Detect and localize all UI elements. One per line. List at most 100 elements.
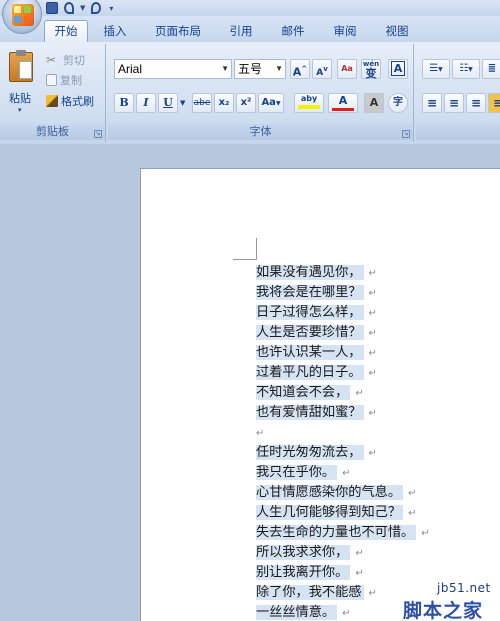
- undo-icon[interactable]: [64, 2, 74, 14]
- font-name-value: Arial: [118, 62, 143, 76]
- document-line-text: 除了你，我不能感: [256, 585, 364, 600]
- shrink-font-button[interactable]: Av: [312, 59, 332, 79]
- document-line-text: 也许认识某一人，: [256, 345, 364, 360]
- ribbon: 粘贴 ▾ ✂ 剪切 复制 格式刷 剪贴板 ↘ Arial ▼ 五号 ▼ A^ A…: [0, 42, 500, 144]
- document-line[interactable]: ↵: [256, 423, 264, 442]
- tab-page-layout[interactable]: 页面布局: [148, 23, 208, 42]
- font-group-label: 字体: [108, 124, 413, 140]
- phonetic-guide-button[interactable]: wén 变: [361, 59, 381, 79]
- numbering-button[interactable]: ☷▼: [452, 59, 480, 79]
- justify-button[interactable]: ≡: [488, 93, 500, 113]
- document-line[interactable]: 失去生命的力量也不可惜。 ↵: [256, 523, 430, 542]
- document-line-text: 人生是否要珍惜？: [256, 325, 364, 340]
- document-line[interactable]: 别让我离开你。 ↵: [256, 563, 364, 582]
- document-line[interactable]: 心甘情愿感染你的气息。 ↵: [256, 483, 416, 502]
- format-painter-button[interactable]: 格式刷: [46, 91, 94, 111]
- document-line[interactable]: 所以我求求你， ↵: [256, 543, 364, 562]
- underline-button[interactable]: U: [158, 93, 178, 113]
- font-size-combobox[interactable]: 五号 ▼: [234, 59, 286, 79]
- paste-icon: [9, 50, 33, 82]
- italic-button[interactable]: I: [136, 93, 156, 113]
- paragraph-mark-icon: ↵: [256, 428, 265, 439]
- change-case-button[interactable]: Aa▼: [258, 93, 284, 113]
- paragraph-group-label: [416, 124, 500, 140]
- document-line[interactable]: 除了你，我不能感 ↵: [256, 583, 377, 602]
- document-line[interactable]: 我只在乎你。 ↵: [256, 463, 351, 482]
- strikethrough-button[interactable]: abe: [192, 93, 212, 113]
- paragraph-mark-icon: ↵: [421, 528, 430, 539]
- tab-view[interactable]: 视图: [380, 23, 414, 42]
- paragraph-mark-icon: ↵: [368, 368, 377, 379]
- redo-icon[interactable]: [91, 2, 102, 14]
- align-right-button[interactable]: ≡: [466, 93, 486, 113]
- font-name-combobox[interactable]: Arial ▼: [114, 59, 232, 79]
- font-size-dropdown-icon[interactable]: ▼: [275, 60, 283, 78]
- document-line-text: 失去生命的力量也不可惜。: [256, 525, 417, 540]
- change-case-label: Aa: [261, 97, 276, 108]
- document-line-text: 我将会是在哪里？: [256, 285, 364, 300]
- underline-dropdown-icon[interactable]: ▼: [180, 99, 185, 107]
- document-line-text: 心甘情愿感染你的气息。: [256, 485, 404, 500]
- document-line-text: 不知道会不会，: [256, 385, 351, 400]
- undo-dropdown-icon[interactable]: ▼: [80, 4, 85, 12]
- document-line[interactable]: 日子过得怎么样， ↵: [256, 303, 377, 322]
- document-line[interactable]: 不知道会不会， ↵: [256, 383, 364, 402]
- tab-insert[interactable]: 插入: [96, 23, 134, 42]
- document-line[interactable]: 一丝丝情意。 ↵: [256, 603, 351, 621]
- document-line[interactable]: 我将会是在哪里？ ↵: [256, 283, 377, 302]
- customize-qat-icon[interactable]: ▾: [109, 4, 113, 13]
- watermark-site: jb51.net: [437, 581, 491, 595]
- highlight-button[interactable]: aby: [294, 93, 324, 113]
- tab-review[interactable]: 审阅: [328, 23, 362, 42]
- clipboard-launcher-icon[interactable]: ↘: [94, 130, 102, 138]
- document-line[interactable]: 也有爱情甜如蜜？ ↵: [256, 403, 377, 422]
- document-line[interactable]: 也许认识某一人， ↵: [256, 343, 377, 362]
- tab-mailings[interactable]: 邮件: [276, 23, 310, 42]
- bold-button[interactable]: B: [114, 93, 134, 113]
- align-left-button[interactable]: ≡: [422, 93, 442, 113]
- page-margin-corner-mark: [233, 238, 257, 260]
- paste-dropdown-icon[interactable]: ▾: [18, 106, 22, 114]
- tab-home[interactable]: 开始: [44, 20, 88, 42]
- document-line[interactable]: 人生几何能够得到知己？ ↵: [256, 503, 416, 522]
- paragraph-mark-icon: ↵: [408, 488, 417, 499]
- quick-access-toolbar: ▼ ▾: [46, 1, 113, 15]
- document-line[interactable]: 如果没有遇见你， ↵: [256, 263, 377, 282]
- clear-formatting-button[interactable]: Aa: [337, 59, 357, 79]
- paragraph-mark-icon: ↵: [342, 608, 351, 619]
- highlight-label: aby: [300, 94, 318, 103]
- office-logo-icon: [12, 4, 34, 26]
- paragraph-mark-icon: ↵: [355, 548, 364, 559]
- document-line-text: 一丝丝情意。: [256, 605, 338, 620]
- document-line-text: 所以我求求你，: [256, 545, 351, 560]
- multilevel-list-button[interactable]: ≣: [482, 59, 500, 79]
- superscript-button[interactable]: x²: [236, 93, 256, 113]
- align-center-button[interactable]: ≡: [444, 93, 464, 113]
- document-line[interactable]: 人生是否要珍惜？ ↵: [256, 323, 377, 342]
- subscript-button[interactable]: x₂: [214, 93, 234, 113]
- tab-references[interactable]: 引用: [224, 23, 258, 42]
- character-shading-button[interactable]: A: [364, 93, 384, 113]
- document-line[interactable]: 过着平凡的日子。 ↵: [256, 363, 377, 382]
- paste-button[interactable]: 粘贴 ▾: [6, 50, 38, 116]
- paragraph-group: ☰▼ ☷▼ ≣ ≡ ≡ ≡ ≡: [416, 44, 500, 142]
- font-size-value: 五号: [238, 62, 263, 76]
- multilevel-list-icon: ≣: [487, 63, 497, 74]
- character-border-button[interactable]: A: [388, 59, 408, 79]
- copy-button[interactable]: 复制: [46, 70, 82, 90]
- cut-button[interactable]: ✂ 剪切: [46, 50, 85, 70]
- font-name-dropdown-icon[interactable]: ▼: [221, 60, 229, 78]
- grow-font-button[interactable]: A^: [290, 59, 310, 79]
- align-left-icon: ≡: [426, 96, 438, 110]
- font-group: Arial ▼ 五号 ▼ A^ Av Aa wén 变 A B I U ▼ abe…: [108, 44, 414, 142]
- font-color-button[interactable]: A: [328, 93, 358, 113]
- eraser-icon: Aa: [341, 64, 353, 73]
- align-right-icon: ≡: [470, 96, 482, 110]
- font-launcher-icon[interactable]: ↘: [402, 130, 410, 138]
- font-color-label: A: [338, 94, 348, 107]
- paragraph-mark-icon: ↵: [368, 308, 377, 319]
- document-line[interactable]: 任时光匆匆流去， ↵: [256, 443, 377, 462]
- save-icon[interactable]: [46, 2, 58, 14]
- bullets-button[interactable]: ☰▼: [422, 59, 450, 79]
- enclose-characters-button[interactable]: 字: [388, 93, 408, 113]
